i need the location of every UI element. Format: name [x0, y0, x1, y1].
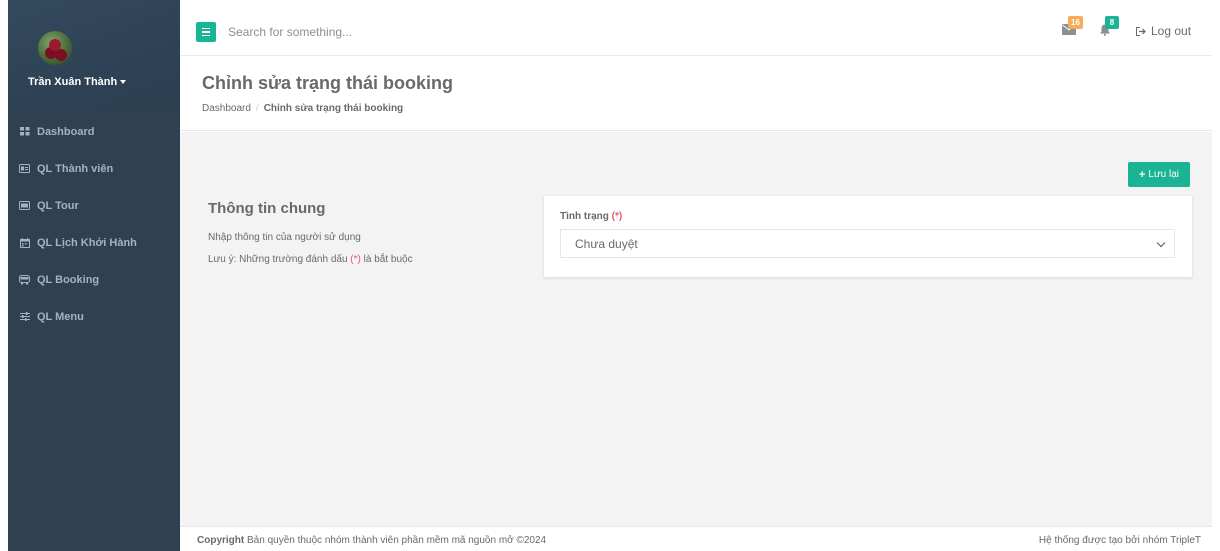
- status-select[interactable]: Chưa duyệt: [560, 229, 1175, 258]
- sidebar-item-label: QL Menu: [37, 310, 84, 323]
- note-prefix: Lưu ý: Những trường đánh dấu: [208, 254, 348, 265]
- sidebar-nav: Dashboard QL Thành viên QL Tour QL Lịch …: [8, 113, 180, 335]
- note-required-mark: (*): [350, 254, 361, 265]
- copyright-bold: Copyright: [197, 535, 245, 546]
- profile-dropdown[interactable]: Trần Xuân Thành: [28, 76, 127, 88]
- notifications-button[interactable]: 8: [1099, 16, 1119, 36]
- menu-toggle-button[interactable]: [196, 22, 216, 42]
- ticket-icon: [19, 201, 30, 211]
- form-card: Tình trạng (*) Chưa duyệt: [544, 196, 1192, 277]
- topbar: 16 8 Log out: [180, 0, 1212, 56]
- sidebar-item-label: QL Booking: [37, 273, 100, 286]
- note-suffix: là bắt buộc: [363, 254, 413, 265]
- plus-icon: +: [1138, 168, 1146, 181]
- profile-name: Trần Xuân Thành: [28, 76, 118, 88]
- status-field-label: Tình trạng (*): [560, 211, 622, 222]
- sidebar-item-menu[interactable]: QL Menu: [8, 298, 180, 335]
- grid-icon: [19, 127, 30, 137]
- sidebar-item-label: Dashboard: [37, 125, 95, 138]
- sidebar: Trần Xuân Thành Dashboard QL Thành viên …: [8, 0, 180, 551]
- breadcrumb-current: Chỉnh sửa trạng thái booking: [263, 103, 404, 114]
- logout-button[interactable]: Log out: [1136, 24, 1191, 39]
- section-title: Thông tin chung: [208, 200, 326, 217]
- sidebar-item-label: QL Tour: [37, 199, 79, 212]
- messages-button[interactable]: 16: [1062, 16, 1083, 36]
- status-label-text: Tình trạng: [560, 211, 609, 222]
- main-content: + Lưu lại Thông tin chung Nhập thông tin …: [180, 132, 1212, 526]
- sidebar-item-tour[interactable]: QL Tour: [8, 187, 180, 224]
- breadcrumb-home-link[interactable]: Dashboard: [202, 103, 251, 114]
- status-select-value: Chưa duyệt: [575, 236, 638, 251]
- sidebar-item-booking[interactable]: QL Booking: [8, 261, 180, 298]
- sidebar-item-dashboard[interactable]: Dashboard: [8, 113, 180, 150]
- footer: Copyright Bản quyền thuộc nhóm thành viê…: [180, 526, 1212, 551]
- save-label: Lưu lại: [1148, 169, 1180, 180]
- calendar-icon: [19, 237, 30, 248]
- sidebar-item-label: QL Thành viên: [37, 162, 114, 175]
- copyright-text: Bản quyền thuộc nhóm thành viên phần mềm…: [247, 535, 547, 546]
- id-card-icon: [19, 164, 30, 174]
- save-button[interactable]: + Lưu lại: [1128, 162, 1190, 187]
- sidebar-item-members[interactable]: QL Thành viên: [8, 150, 180, 187]
- caret-down-icon: [120, 80, 127, 85]
- sidebar-item-label: QL Lịch Khởi Hành: [37, 236, 137, 249]
- sliders-icon: [19, 312, 30, 322]
- footer-credit: Hệ thống được tạo bởi nhóm TripleT: [1038, 535, 1201, 546]
- notifications-badge: 8: [1105, 16, 1119, 29]
- breadcrumb-separator: /: [255, 103, 259, 114]
- bus-icon: [19, 274, 30, 285]
- messages-badge: 16: [1068, 16, 1083, 29]
- section-description: Nhập thông tin của người sử dụng: [208, 232, 361, 243]
- sidebar-item-schedule[interactable]: QL Lịch Khởi Hành: [8, 224, 180, 261]
- required-mark: (*): [611, 211, 623, 222]
- logout-label: Log out: [1151, 24, 1192, 38]
- footer-copyright: Copyright Bản quyền thuộc nhóm thành viê…: [197, 535, 546, 546]
- chevron-down-icon: [1156, 238, 1166, 248]
- profile-panel: Trần Xuân Thành: [8, 0, 180, 110]
- page-title: Chỉnh sửa trạng thái booking: [202, 73, 454, 93]
- avatar[interactable]: [38, 31, 72, 65]
- page-heading: Chỉnh sửa trạng thái booking Dashboard / C…: [180, 57, 1212, 131]
- sign-out-icon: [1136, 25, 1146, 39]
- required-note: Lưu ý: Những trường đánh dấu (*) là bắt …: [208, 254, 413, 265]
- search-input[interactable]: [228, 20, 628, 44]
- breadcrumb: Dashboard / Chỉnh sửa trạng thái booking: [202, 103, 403, 114]
